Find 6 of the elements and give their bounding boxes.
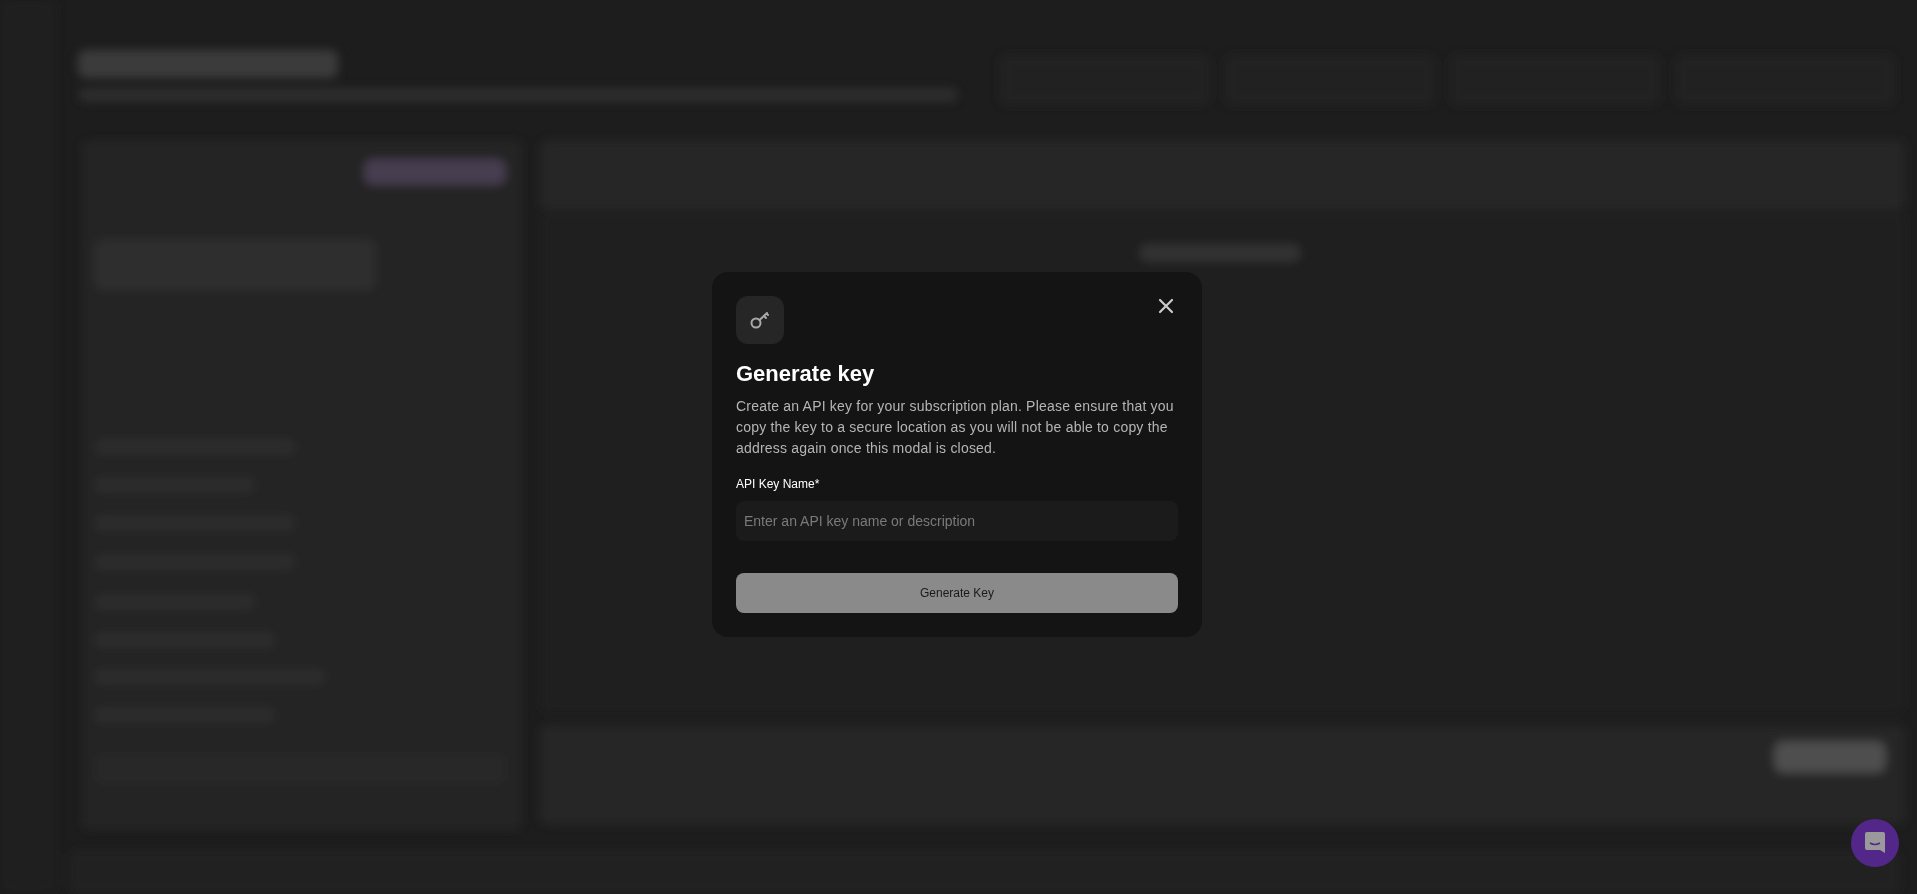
close-icon [1158,298,1174,314]
modal-description: Create an API key for your subscription plan. Please ensure that you copy the key to a secure location as you will not be able to copy the address again once this modal is closed. [736,397,1175,458]
api-key-name-field[interactable]: Enter an API key name or description [736,501,1178,541]
modal-title: Generate key [736,360,876,388]
chat-icon [1864,831,1886,855]
field-label: API Key Name* [736,476,821,493]
